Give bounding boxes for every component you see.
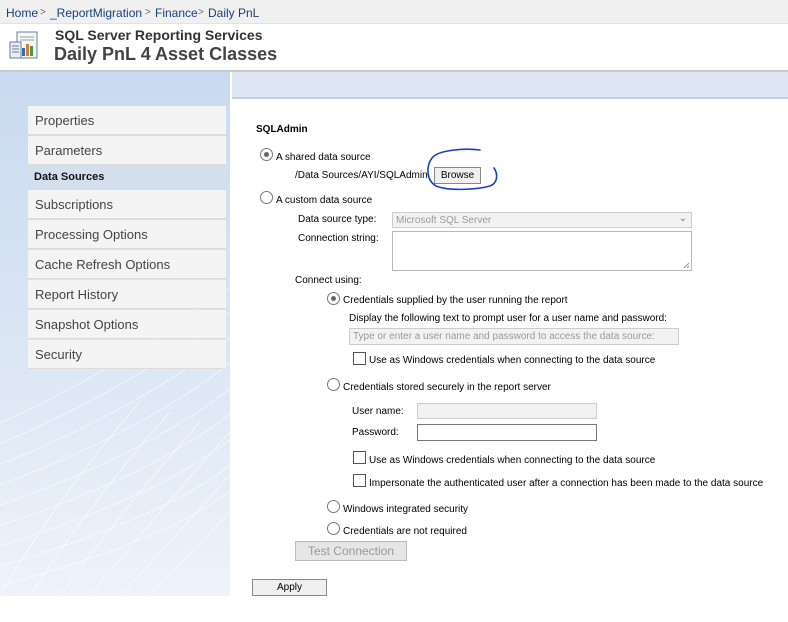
credentials-prompt-radio[interactable] [327,292,340,305]
windows-credentials-label-1: Use as Windows credentials when connecti… [369,355,656,366]
breadcrumb: Home > _ReportMigration > Finance > Dail… [0,0,788,24]
nav-item-properties[interactable]: Properties [28,106,226,135]
nav-item-report-history[interactable]: Report History [28,280,226,309]
page-title: Daily PnL 4 Asset Classes [54,44,278,64]
content-toolbar-band [232,72,788,99]
credentials-stored-radio[interactable] [327,378,340,391]
nav-item-parameters[interactable]: Parameters [28,136,226,165]
shared-data-source-radio[interactable] [260,148,273,161]
nav-item-data-sources[interactable]: Data Sources [28,166,226,188]
breadcrumb-finance[interactable]: Finance [155,6,198,20]
test-connection-button[interactable]: Test Connection [295,541,407,561]
annotation-circle [427,148,498,191]
report-icon [8,30,40,62]
windows-credentials-checkbox-1[interactable] [353,352,366,365]
data-source-type-select[interactable]: Microsoft SQL Server ⌄ [392,212,692,228]
username-input[interactable] [417,403,597,419]
shared-data-source-label: A shared data source [276,152,371,163]
credentials-not-required-label: Credentials are not required [343,526,467,537]
credentials-prompt-label: Credentials supplied by the user running… [343,295,568,306]
apply-button[interactable]: Apply [252,579,327,596]
product-name: SQL Server Reporting Services [55,27,263,43]
shared-data-source-path: /Data Sources/AYI/SQLAdmin [295,170,428,181]
breadcrumb-separator: > [198,7,204,18]
windows-integrated-label: Windows integrated security [343,504,469,515]
prompt-text-input[interactable]: Type or enter a user name and password t… [349,328,679,345]
prompt-text-label: Display the following text to prompt use… [349,313,667,324]
connection-string-textarea[interactable] [392,231,692,271]
nav-item-snapshot-options[interactable]: Snapshot Options [28,310,226,339]
nav-item-processing-options[interactable]: Processing Options [28,220,226,249]
connect-using-label: Connect using: [295,275,362,286]
windows-credentials-label-2: Use as Windows credentials when connecti… [369,455,656,466]
breadcrumb-separator: > [145,7,151,18]
windows-integrated-radio[interactable] [327,500,340,513]
panel-divider [230,72,232,596]
breadcrumb-home[interactable]: Home [6,6,38,20]
password-label: Password: [352,427,399,438]
impersonate-label: Impersonate the authenticated user after… [369,478,764,489]
credentials-not-required-radio[interactable] [327,522,340,535]
credentials-stored-label: Credentials stored securely in the repor… [343,382,551,393]
nav-item-security[interactable]: Security [28,340,226,369]
nav-item-subscriptions[interactable]: Subscriptions [28,190,226,219]
breadcrumb-report-migration[interactable]: _ReportMigration [50,6,142,20]
left-nav-panel: Properties Parameters Data Sources Subsc… [0,72,230,596]
resize-grip-icon [683,262,690,269]
breadcrumb-current[interactable]: Daily PnL [208,6,259,20]
custom-data-source-label: A custom data source [276,195,373,206]
data-source-type-value: Microsoft SQL Server [396,215,492,226]
connection-string-label: Connection string: [298,233,379,244]
breadcrumb-separator: > [40,7,46,18]
data-source-name: SQLAdmin [256,124,308,135]
page-bottom [0,596,788,622]
data-source-type-label: Data source type: [298,214,377,225]
custom-data-source-radio[interactable] [260,191,273,204]
chevron-down-icon: ⌄ [678,213,687,224]
username-label: User name: [352,406,404,417]
impersonate-checkbox[interactable] [353,474,366,487]
password-input[interactable] [417,424,597,441]
nav-item-cache-refresh-options[interactable]: Cache Refresh Options [28,250,226,279]
windows-credentials-checkbox-2[interactable] [353,451,366,464]
